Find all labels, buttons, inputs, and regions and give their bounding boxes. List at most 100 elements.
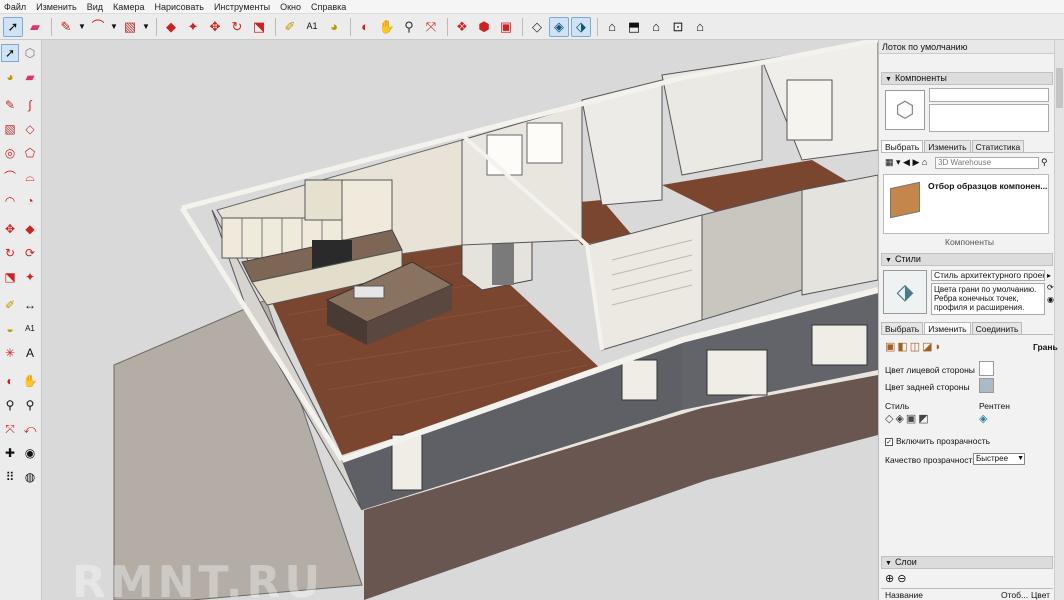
tab-select[interactable]: Выбрать <box>881 322 924 334</box>
style-side-icons[interactable]: ▸ ⟳ ◉ <box>1047 270 1054 306</box>
orbit-icon[interactable]: ◐ <box>355 17 375 37</box>
pie-icon[interactable]: ◔ <box>21 192 39 210</box>
add-layer-icon[interactable]: ⊕ <box>885 573 894 585</box>
select-icon[interactable]: ➚ <box>1 44 19 62</box>
tape-measure-icon[interactable]: ✐ <box>280 17 300 37</box>
two-point-arc-icon[interactable]: ⌓ <box>21 168 39 186</box>
chevron-down-icon[interactable]: ▼ <box>142 17 150 37</box>
extension-warehouse-icon[interactable]: ▣ <box>496 17 516 37</box>
components-panel-header[interactable]: ▼ Компоненты <box>881 72 1053 85</box>
component-icon[interactable]: ⬡ <box>21 44 39 62</box>
freehand-icon[interactable]: ∫ <box>21 96 39 114</box>
remove-layer-icon[interactable]: ⊖ <box>897 573 906 585</box>
wireframe-icon[interactable]: ⬗ <box>571 16 591 37</box>
zoom-icon[interactable]: ⚲ <box>1 396 19 414</box>
menu-window[interactable]: Окно <box>280 2 301 12</box>
walk-icon[interactable]: ⠿ <box>1 468 19 486</box>
front-color-swatch[interactable] <box>979 361 994 376</box>
pencil-icon[interactable]: ✎ <box>56 17 76 37</box>
tab-edit[interactable]: Изменить <box>924 322 971 334</box>
position-camera-icon[interactable]: ✚ <box>1 444 19 462</box>
column-color[interactable]: Цвет <box>1031 590 1050 600</box>
component-thumbnail[interactable] <box>890 181 920 219</box>
section-plane-icon[interactable]: ◍ <box>21 468 39 486</box>
menu-file[interactable]: Файл <box>4 2 26 12</box>
checkbox-checked[interactable]: ✓ <box>885 438 893 446</box>
xray-icon[interactable]: ◈ <box>979 412 987 425</box>
front-view-icon[interactable]: ⌂ <box>646 17 666 37</box>
push-pull-icon[interactable]: ◆ <box>161 17 181 37</box>
tab-mix[interactable]: Соединить <box>971 322 1023 334</box>
3d-warehouse-icon[interactable]: ❖ <box>452 17 472 37</box>
look-around-icon[interactable]: ◉ <box>21 444 39 462</box>
pan-icon[interactable]: ✋ <box>21 372 39 390</box>
back-color-swatch[interactable] <box>979 378 994 393</box>
rotate-icon[interactable]: ↻ <box>1 244 19 262</box>
iso-view-icon[interactable]: ⌂ <box>602 17 622 37</box>
menu-camera[interactable]: Камера <box>113 2 144 12</box>
move-icon[interactable]: ✥ <box>205 17 225 37</box>
tape-measure-icon[interactable]: ✐ <box>1 296 19 314</box>
3d-text-icon[interactable]: A <box>21 344 39 362</box>
previous-view-icon[interactable]: ⤺ <box>21 420 39 438</box>
three-point-arc-icon[interactable]: ◠ <box>1 192 19 210</box>
transparency-checkbox[interactable]: ✓ Включить прозрачность <box>885 436 990 446</box>
eraser-icon[interactable]: ▰ <box>25 17 45 37</box>
component-name-field[interactable] <box>929 88 1049 102</box>
scale-icon[interactable]: ⬔ <box>249 17 269 37</box>
menu-help[interactable]: Справка <box>311 2 346 12</box>
text-icon[interactable]: A1 <box>21 320 39 338</box>
scale-icon[interactable]: ⬔ <box>1 268 19 286</box>
rectangle-icon[interactable]: ▧ <box>1 120 19 138</box>
menu-edit[interactable]: Изменить <box>36 2 77 12</box>
chevron-down-icon[interactable]: ▼ <box>78 17 86 37</box>
push-pull-icon[interactable]: ◆ <box>21 220 39 238</box>
offset-icon[interactable]: ✦ <box>21 268 39 286</box>
edit-settings-icons[interactable]: ▣◧◫◪◗ <box>885 340 943 353</box>
protractor-icon[interactable]: ◒ <box>1 320 19 338</box>
share-model-icon[interactable]: ⬢ <box>474 17 494 37</box>
tab-select[interactable]: Выбрать <box>881 140 924 152</box>
quality-select[interactable]: Быстрее ▼ <box>973 453 1025 465</box>
zoom-icon[interactable]: ⚲ <box>399 17 419 37</box>
menu-draw[interactable]: Нарисовать <box>155 2 204 12</box>
offset-icon[interactable]: ✦ <box>183 17 203 37</box>
axes-icon[interactable]: ✳ <box>1 344 19 362</box>
paint-bucket-icon[interactable]: ◕ <box>324 17 344 37</box>
x-ray-icon[interactable]: ◇ <box>527 17 547 37</box>
paint-bucket-icon[interactable]: ◕ <box>1 68 19 86</box>
right-view-icon[interactable]: ⊡ <box>668 17 688 37</box>
top-view-icon[interactable]: ⬒ <box>624 17 644 37</box>
search-input[interactable]: 3D Warehouse <box>935 157 1039 169</box>
search-icon[interactable]: ⚲ <box>1041 157 1048 168</box>
zoom-extents-icon[interactable]: ⤧ <box>421 17 441 37</box>
menu-view[interactable]: Вид <box>87 2 103 12</box>
zoom-window-icon[interactable]: ⚲ <box>21 396 39 414</box>
tab-edit[interactable]: Изменить <box>924 140 971 152</box>
model-viewport[interactable]: RMNT.RU <box>42 40 878 600</box>
column-visible[interactable]: Отоб... <box>1001 590 1028 600</box>
text-icon[interactable]: A1 <box>302 17 322 37</box>
circle-icon[interactable]: ◎ <box>1 144 19 162</box>
follow-me-icon[interactable]: ⟳ <box>21 244 39 262</box>
back-edges-icon[interactable]: ◈ <box>549 16 569 37</box>
tray-scrollbar[interactable] <box>1054 40 1064 600</box>
tab-statistics[interactable]: Статистика <box>971 140 1025 152</box>
style-description[interactable]: Цвета грани по умолчанию. Ребра конечных… <box>931 283 1045 315</box>
chevron-down-icon[interactable]: ▼ <box>110 17 118 37</box>
orbit-icon[interactable]: ◐ <box>1 372 19 390</box>
column-name[interactable]: Название <box>885 590 923 600</box>
arc-icon[interactable]: ⌒ <box>1 168 19 186</box>
pencil-icon[interactable]: ✎ <box>1 96 19 114</box>
view-options-icon[interactable]: ▦ ▾ ◀ ▶ ⌂ <box>885 157 927 168</box>
polygon-icon[interactable]: ⬠ <box>21 144 39 162</box>
layers-panel-header[interactable]: ▼ Слои <box>881 556 1053 569</box>
eraser-icon[interactable]: ▰ <box>21 68 39 86</box>
component-result-title[interactable]: Отбор образцов компонен... <box>928 181 1047 191</box>
dimension-icon[interactable]: ↔ <box>21 296 39 314</box>
style-name-field[interactable]: Стиль архитектурного проект <box>931 270 1045 281</box>
menu-tools[interactable]: Инструменты <box>214 2 270 12</box>
rectangle-icon[interactable]: ▧ <box>120 17 140 37</box>
move-icon[interactable]: ✥ <box>1 220 19 238</box>
select-icon[interactable]: ➚ <box>3 16 23 37</box>
